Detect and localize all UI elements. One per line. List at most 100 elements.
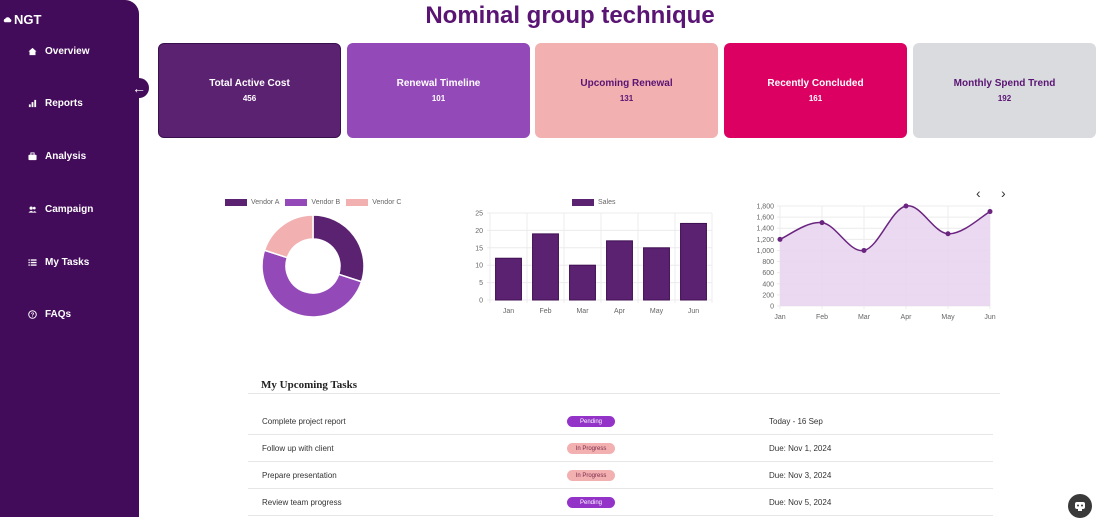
- sidebar: NGT Overview Reports Analysis Campaign M…: [0, 0, 139, 517]
- status-badge: In Progress: [567, 470, 615, 481]
- legend-label: Vendor C: [372, 199, 402, 206]
- status-badge: Pending: [567, 416, 615, 427]
- y-tick-label: 1,800: [756, 204, 774, 211]
- arrow-left-icon: ←: [132, 80, 146, 96]
- x-tick-label: May: [650, 308, 664, 315]
- data-point: [861, 247, 867, 253]
- x-tick-label: Jan: [774, 314, 785, 321]
- task-name: Review team progress: [262, 498, 342, 507]
- help-chat-button[interactable]: [1068, 494, 1092, 518]
- card-total-active-cost[interactable]: Total Active Cost 456: [158, 43, 341, 138]
- y-tick-label: 25: [475, 211, 483, 218]
- task-date: Due: Nov 5, 2024: [769, 498, 832, 507]
- card-value: 161: [808, 94, 823, 103]
- card-monthly-spend-trend[interactable]: Monthly Spend Trend 192: [913, 43, 1096, 138]
- data-point: [777, 236, 783, 242]
- doughnut-slice: [263, 214, 314, 259]
- area-chart: 0 200 400 600 800 1,000 1,200 1,400 1,600 1,800 Ja…: [735, 196, 1000, 326]
- question-icon: ?: [28, 310, 37, 319]
- bar-chart: Sales 0 5 10 15 20 25 Jan Feb Mar Apr May Jun: [440, 196, 720, 326]
- doughnut-chart: Vendor A Vendor B Vendor C: [215, 196, 415, 326]
- x-tick-label: Jun: [688, 308, 699, 315]
- y-tick-label: 0: [770, 304, 774, 311]
- area-svg: 0 200 400 600 800 1,000 1,200 1,400 1,600 1,800 Ja…: [756, 203, 996, 321]
- y-tick-label: 800: [762, 259, 774, 266]
- sidebar-item-campaign[interactable]: Campaign: [28, 204, 93, 215]
- bar: [532, 233, 559, 301]
- sidebar-item-analysis[interactable]: Analysis: [28, 151, 86, 162]
- x-tick-label: Feb: [539, 308, 551, 315]
- task-date: Today - 16 Sep: [769, 417, 823, 426]
- chevron-left-icon[interactable]: ‹: [976, 185, 981, 201]
- x-tick-label: Apr: [901, 314, 913, 321]
- cloud-icon: [3, 17, 12, 23]
- x-tick-label: May: [941, 314, 955, 321]
- y-tick-label: 0: [479, 298, 483, 305]
- data-point: [987, 209, 993, 215]
- list-icon: [28, 259, 37, 266]
- bar-chart-icon: [28, 99, 37, 108]
- legend-swatch: [225, 199, 247, 206]
- svg-text:?: ?: [31, 313, 35, 319]
- doughnut-legend: Vendor A Vendor B Vendor C: [225, 199, 407, 206]
- y-tick-label: 400: [762, 281, 774, 288]
- task-row[interactable]: Review team progress Pending Due: Nov 5,…: [248, 489, 993, 516]
- card-title: Recently Concluded: [767, 78, 864, 89]
- card-value: 456: [242, 94, 257, 103]
- legend-label: Vendor A: [251, 199, 280, 206]
- page-title: Nominal group technique: [425, 2, 715, 29]
- y-tick-label: 1,000: [756, 248, 774, 255]
- card-renewal-timeline[interactable]: Renewal Timeline 101: [347, 43, 530, 138]
- sidebar-item-label: Overview: [45, 46, 90, 57]
- legend-swatch: [346, 199, 369, 206]
- chat-bot-icon: [1075, 502, 1085, 511]
- y-tick-label: 600: [762, 270, 774, 277]
- bar: [495, 257, 522, 301]
- legend-item[interactable]: Vendor B: [285, 199, 340, 206]
- task-date: Due: Nov 1, 2024: [769, 444, 832, 453]
- sidebar-collapse-button[interactable]: ←: [129, 78, 149, 98]
- card-recently-concluded[interactable]: Recently Concluded 161: [724, 43, 907, 138]
- sidebar-item-faqs[interactable]: ? FAQs: [28, 309, 71, 320]
- card-value: 131: [619, 94, 634, 103]
- sidebar-item-overview[interactable]: Overview: [28, 46, 89, 57]
- chevron-right-icon[interactable]: ›: [1001, 185, 1006, 201]
- tasks-title: My Upcoming Tasks: [261, 379, 357, 391]
- legend-item[interactable]: Vendor A: [225, 199, 279, 206]
- y-tick-label: 15: [475, 245, 483, 252]
- sidebar-item-label: Reports: [45, 98, 83, 109]
- bar: [606, 240, 633, 301]
- y-tick-label: 10: [475, 263, 483, 270]
- x-tick-label: Mar: [576, 308, 589, 315]
- card-title: Monthly Spend Trend: [953, 78, 1056, 89]
- task-row[interactable]: Prepare presentation In Progress Due: No…: [248, 462, 993, 489]
- data-point: [945, 231, 951, 237]
- status-badge: In Progress: [567, 443, 615, 454]
- x-tick-label: Jun: [984, 314, 995, 321]
- home-icon: [28, 47, 37, 56]
- task-name: Prepare presentation: [262, 471, 337, 480]
- task-date: Due: Nov 3, 2024: [769, 471, 832, 480]
- users-icon: [28, 206, 37, 213]
- area-fill: [780, 205, 990, 306]
- y-tick-label: 1,400: [756, 226, 774, 233]
- card-title: Renewal Timeline: [396, 78, 481, 89]
- sidebar-item-reports[interactable]: Reports: [28, 98, 83, 109]
- x-tick-label: Feb: [816, 314, 828, 321]
- task-name: Complete project report: [262, 417, 346, 426]
- sidebar-item-label: My Tasks: [45, 257, 90, 268]
- y-tick-label: 1,200: [756, 237, 774, 244]
- app-logo[interactable]: NGT: [3, 12, 41, 27]
- card-upcoming-renewal[interactable]: Upcoming Renewal 131: [535, 43, 718, 138]
- sidebar-item-my-tasks[interactable]: My Tasks: [28, 257, 89, 268]
- task-row[interactable]: Follow up with client In Progress Due: N…: [248, 435, 993, 462]
- data-point: [903, 203, 909, 209]
- legend-item[interactable]: Vendor C: [346, 199, 401, 206]
- x-tick-label: Apr: [614, 308, 626, 315]
- doughnut-slice: [312, 214, 365, 283]
- card-title: Total Active Cost: [209, 78, 290, 89]
- x-tick-label: Mar: [858, 314, 871, 321]
- task-row[interactable]: Complete project report Pending Today - …: [248, 408, 993, 435]
- y-tick-label: 1,600: [756, 215, 774, 222]
- status-badge: Pending: [567, 497, 615, 508]
